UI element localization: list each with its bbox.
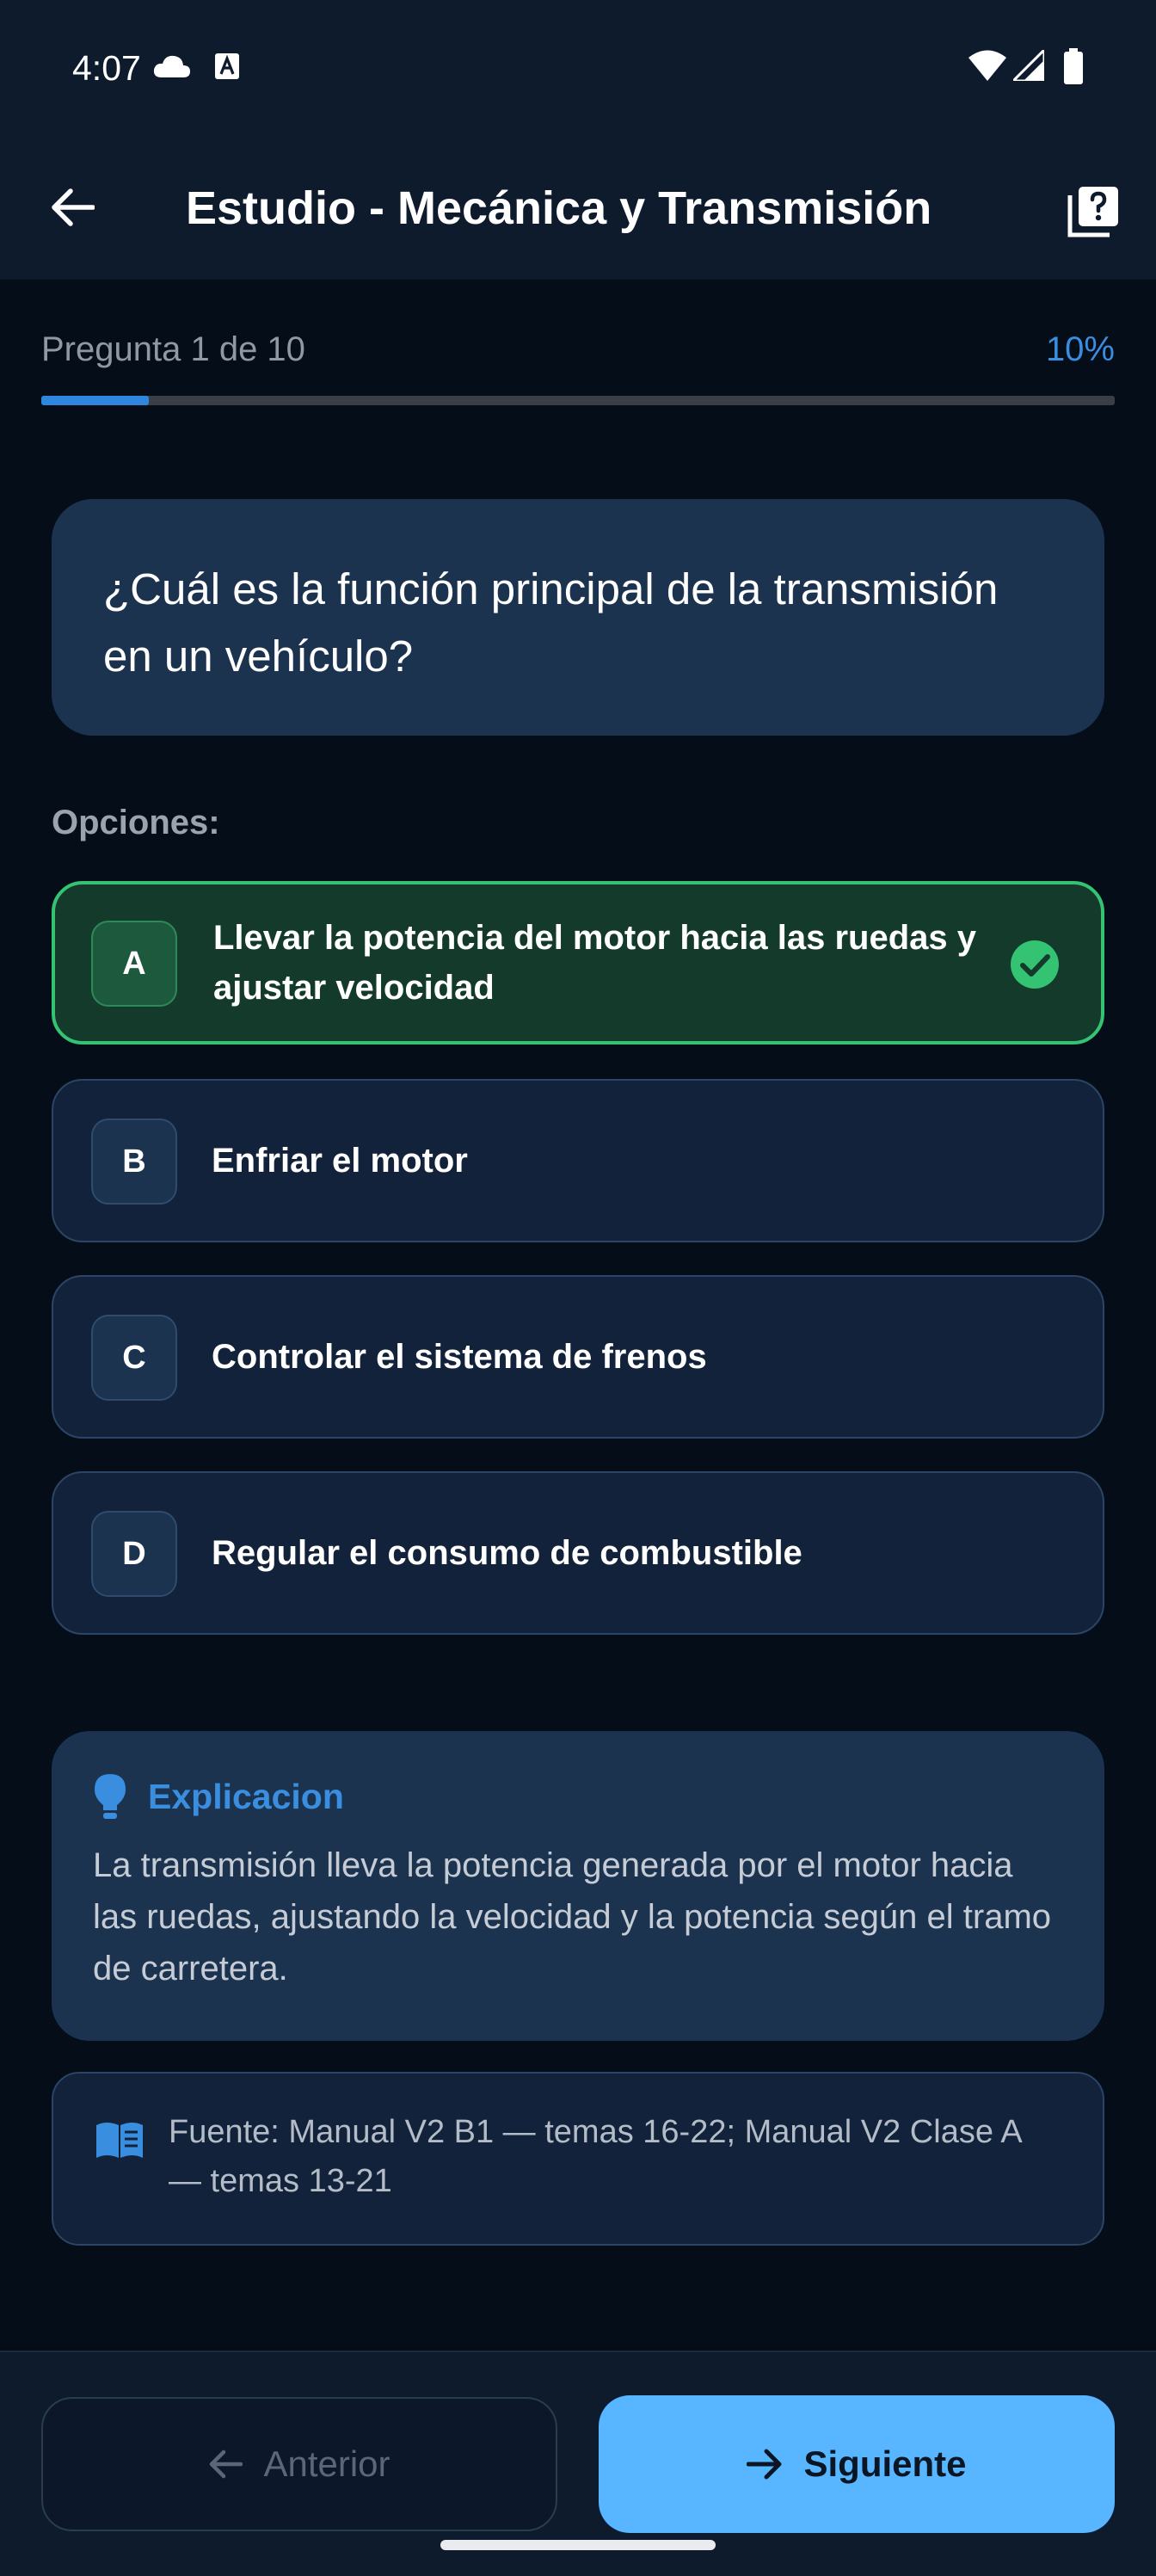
- option-d[interactable]: D Regular el consumo de combustible: [52, 1471, 1104, 1635]
- option-text: Llevar la potencia del motor hacia las r…: [213, 919, 977, 1007]
- question-card: ¿Cuál es la función principal de la tran…: [52, 499, 1104, 736]
- explanation-body: La transmisión lleva la potencia generad…: [93, 1846, 1052, 1987]
- app-bar: Estudio - Mecánica y Transmisión: [0, 142, 1156, 280]
- next-button-label: Siguiente: [803, 2444, 967, 2484]
- arrow-right-icon: [747, 2449, 782, 2480]
- source-card: Fuente: Manual V2 B1 — temas 16-22; Manu…: [52, 2072, 1104, 2246]
- next-button[interactable]: Siguiente: [599, 2395, 1115, 2533]
- wifi-icon: [968, 50, 1006, 81]
- book-open-icon: [96, 2123, 143, 2158]
- option-text: Controlar el sistema de frenos: [212, 1338, 707, 1376]
- explanation-card: Explicacion La transmisión lleva la pote…: [52, 1731, 1104, 2041]
- back-arrow-icon: [52, 188, 95, 226]
- option-b[interactable]: B Enfriar el motor: [52, 1079, 1104, 1242]
- question-text: ¿Cuál es la función principal de la tran…: [103, 564, 999, 681]
- arrow-left-icon: [210, 2450, 243, 2479]
- explanation-title: Explicacion: [148, 1776, 344, 1816]
- option-letter-badge: D: [91, 1511, 177, 1597]
- battery-icon: [1064, 48, 1083, 84]
- option-letter-badge: C: [91, 1315, 177, 1401]
- lightbulb-icon: [95, 1774, 126, 1819]
- option-letter-badge: B: [91, 1119, 177, 1205]
- explanation-header: Explicacion: [93, 1772, 1063, 1821]
- signal-icon: [1013, 50, 1044, 81]
- a-badge-icon: [215, 53, 239, 79]
- home-indicator[interactable]: [440, 2540, 716, 2550]
- option-c[interactable]: C Controlar el sistema de frenos: [52, 1275, 1104, 1439]
- page-title: Estudio - Mecánica y Transmisión: [186, 182, 932, 234]
- progress-bar-fill: [41, 396, 149, 405]
- option-a[interactable]: A Llevar la potencia del motor hacia las…: [52, 881, 1104, 1045]
- option-text: Regular el consumo de combustible: [212, 1534, 802, 1572]
- previous-button-label: Anterior: [263, 2444, 390, 2484]
- help-button[interactable]: [1060, 176, 1128, 245]
- option-text: Enfriar el motor: [212, 1142, 468, 1180]
- source-text: Fuente: Manual V2 B1 — temas 16-22; Manu…: [169, 2114, 1021, 2199]
- options-label: Opciones:: [52, 804, 220, 841]
- previous-button[interactable]: Anterior: [41, 2397, 557, 2531]
- status-bar: 4:07: [0, 0, 1156, 142]
- progress-bar: [41, 396, 1115, 405]
- check-circle-icon: [1011, 940, 1059, 989]
- help-book-icon: [1067, 187, 1118, 237]
- progress-percent: 10%: [1045, 330, 1115, 368]
- option-letter-badge: A: [91, 921, 177, 1007]
- cloud-icon: [153, 55, 190, 77]
- status-time: 4:07: [72, 48, 141, 88]
- progress-label: Pregunta 1 de 10: [41, 330, 305, 368]
- back-button[interactable]: [41, 176, 103, 238]
